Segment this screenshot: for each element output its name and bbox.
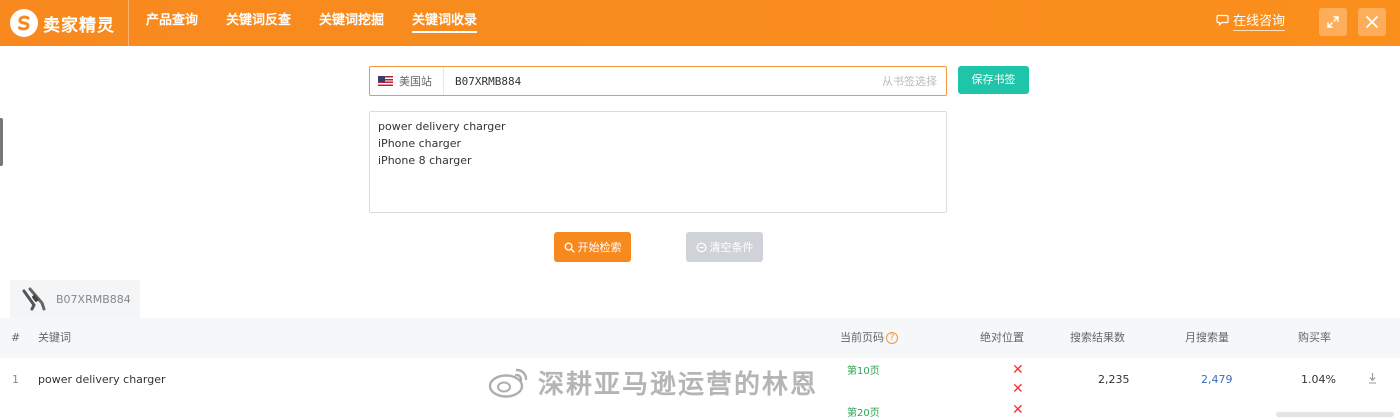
start-search-button[interactable]: 开始检索 (554, 232, 631, 262)
row-keyword[interactable]: power delivery charger (38, 373, 166, 386)
online-consult-link[interactable]: 在线咨询 (1216, 12, 1286, 32)
chat-icon (1216, 14, 1229, 30)
product-tab-asin: B07XRMB884 (56, 292, 131, 306)
expand-button[interactable] (1319, 8, 1347, 36)
online-consult-label: 在线咨询 (1233, 14, 1286, 31)
col-current-page-label: 当前页码 (840, 331, 884, 344)
search-icon (564, 242, 575, 253)
col-index: # (11, 331, 21, 344)
clear-conditions-button[interactable]: 清空条件 (686, 232, 763, 262)
nav-item-product-query[interactable]: 产品查询 (146, 0, 198, 46)
brand-logo[interactable]: 卖家精灵 (10, 8, 115, 38)
nav-item-keyword-mining[interactable]: 关键词挖掘 (319, 0, 384, 46)
logo-divider (128, 0, 129, 46)
row-action-icon[interactable] (1368, 372, 1377, 387)
close-icon (1366, 16, 1378, 28)
nav-item-keyword-indexing[interactable]: 关键词收录 (412, 0, 478, 46)
col-absolute-position[interactable]: 绝对位置 (980, 318, 1024, 358)
asin-search-bar: 美国站 从书签选择 (369, 66, 947, 96)
not-found-icon: ✕ (1012, 362, 1024, 378)
nav-item-keyword-reverse[interactable]: 关键词反查 (226, 0, 291, 46)
keyword-line: power delivery charger (378, 120, 506, 133)
clear-icon (696, 242, 706, 252)
col-monthly-searches[interactable]: 月搜索量 (1185, 318, 1229, 358)
main-nav: 产品查询 关键词反查 关键词挖掘 关键词收录 (146, 0, 505, 46)
keywords-textarea[interactable]: power delivery charger iPhone charger iP… (369, 111, 947, 213)
row-page-1: 第10页 (847, 366, 880, 377)
table-header: # 关键词 当前页码? 绝对位置 搜索结果数 月搜索量 购买率 (0, 318, 1400, 358)
close-button[interactable] (1358, 8, 1386, 36)
keyword-line: iPhone charger (378, 137, 461, 150)
select-from-bookmark-link[interactable]: 从书签选择 (882, 73, 946, 89)
start-search-label: 开始检索 (577, 241, 622, 254)
row-search-results: 2,235 (1098, 373, 1130, 386)
row-monthly-searches[interactable]: 2,479 (1201, 373, 1233, 386)
brand-name: 卖家精灵 (43, 15, 115, 36)
logo-icon (10, 9, 38, 37)
col-current-page[interactable]: 当前页码? (840, 318, 898, 358)
expand-icon (1327, 16, 1339, 28)
col-purchase-rate[interactable]: 购买率 (1298, 318, 1331, 358)
row-index: 1 (12, 373, 19, 386)
help-icon[interactable]: ? (886, 332, 898, 344)
not-found-icon: ✕ (1012, 381, 1024, 397)
row-purchase-rate: 1.04% (1301, 373, 1336, 386)
clear-conditions-label: 清空条件 (709, 241, 754, 254)
top-bar: 卖家精灵 产品查询 关键词反查 关键词挖掘 关键词收录 在线咨询 (0, 0, 1400, 46)
table-row: 1 power delivery charger 第10页 第20页 ✕ ✕ ✕… (0, 358, 1400, 419)
not-found-icon: ✕ (1012, 402, 1024, 418)
col-search-results[interactable]: 搜索结果数 (1070, 318, 1125, 358)
side-drag-handle[interactable] (0, 118, 3, 166)
asin-input[interactable] (444, 67, 882, 95)
keyword-line: iPhone 8 charger (378, 154, 472, 167)
product-tab[interactable]: B07XRMB884 (10, 280, 140, 318)
product-thumbnail-icon (22, 287, 46, 311)
us-flag-icon (378, 76, 393, 86)
col-keyword[interactable]: 关键词 (38, 318, 71, 358)
marketplace-label: 美国站 (399, 75, 432, 88)
marketplace-select[interactable]: 美国站 (370, 67, 444, 95)
horizontal-scrollbar[interactable] (1276, 412, 1394, 417)
save-bookmark-button[interactable]: 保存书签 (958, 66, 1029, 94)
